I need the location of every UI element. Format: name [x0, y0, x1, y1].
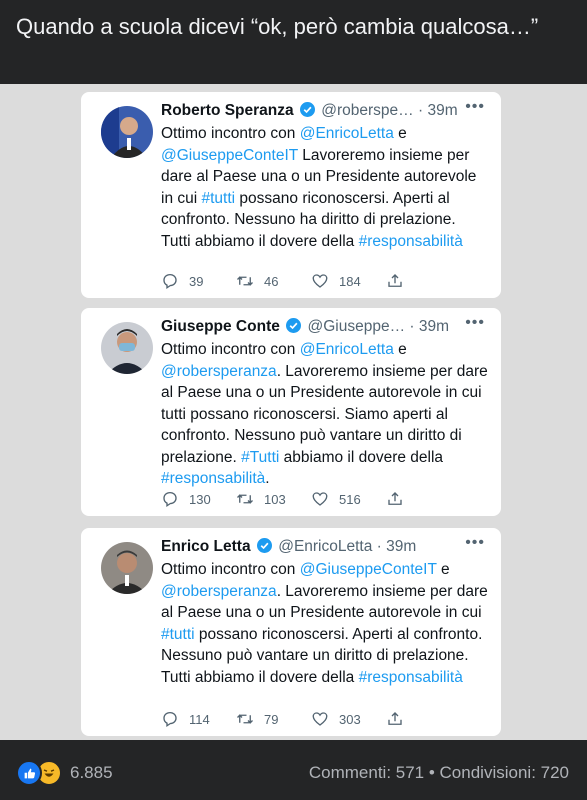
reply-count: 114	[189, 711, 210, 727]
tweet-card-speranza: ••• Roberto Speranza @roberspe… · 39m Ot…	[81, 92, 501, 298]
hashtag-link[interactable]: #tutti	[202, 190, 236, 207]
more-options-icon[interactable]: •••	[465, 534, 485, 552]
mention-link[interactable]: @GiuseppeConteIT	[300, 561, 437, 578]
tweet-time: · 39m	[418, 102, 458, 119]
mention-link[interactable]: @robersperanza	[161, 583, 277, 600]
tweet-actions: 130 103 516	[161, 490, 461, 508]
like-count: 516	[339, 491, 361, 507]
verified-badge-icon	[256, 538, 272, 553]
hashtag-link[interactable]: #Tutti	[241, 449, 279, 466]
retweet-icon	[237, 494, 253, 504]
share-button[interactable]	[386, 710, 461, 728]
like-button[interactable]: 184	[311, 272, 386, 290]
heart-icon	[312, 274, 328, 288]
like-count: 184	[339, 273, 361, 289]
reply-icon	[163, 711, 177, 728]
author-name[interactable]: Giuseppe Conte	[161, 318, 280, 335]
avatar-conte	[101, 322, 153, 374]
like-button[interactable]: 516	[311, 490, 386, 508]
share-icon	[388, 712, 402, 725]
author-handle[interactable]: @EnricoLetta	[278, 538, 372, 555]
heart-icon	[312, 712, 328, 726]
tweet-time: · 39m	[376, 538, 417, 555]
share-icon	[388, 274, 402, 287]
retweet-count: 79	[264, 711, 279, 727]
reply-count: 39	[189, 273, 204, 289]
reactions-summary[interactable]: 6.885	[16, 760, 113, 786]
like-count: 303	[339, 711, 361, 727]
retweet-icon	[237, 276, 253, 286]
hashtag-link[interactable]: #tutti	[161, 626, 195, 643]
like-reaction-icon	[16, 760, 42, 786]
tweet-text: Ottimo incontro con @EnricoLetta e @Gius…	[161, 125, 477, 250]
retweet-count: 46	[264, 273, 279, 289]
like-button[interactable]: 303	[311, 710, 386, 728]
post-photo[interactable]: ••• Roberto Speranza @roberspe… · 39m Ot…	[0, 84, 587, 740]
share-icon	[388, 492, 402, 505]
more-options-icon[interactable]: •••	[465, 314, 485, 332]
tweet-actions: 114 79 303	[161, 710, 461, 728]
share-button[interactable]	[386, 490, 461, 508]
reply-button[interactable]: 39	[161, 272, 236, 290]
more-options-icon[interactable]: •••	[465, 98, 485, 116]
post-footer: 6.885 Commenti: 571 • Condivisioni: 720	[0, 740, 587, 800]
reply-count: 130	[189, 491, 211, 507]
mention-link[interactable]: @EnricoLetta	[300, 125, 394, 142]
verified-badge-icon	[286, 318, 302, 333]
author-name[interactable]: Enrico Letta	[161, 538, 251, 555]
tweet-text: Ottimo incontro con @GiuseppeConteIT e @…	[161, 561, 488, 686]
author-handle[interactable]: @Giuseppe…	[307, 318, 405, 335]
retweet-button[interactable]: 46	[236, 272, 311, 290]
author-handle[interactable]: @roberspe…	[321, 102, 413, 119]
heart-icon	[312, 492, 328, 506]
hashtag-link[interactable]: #responsabilità	[359, 669, 463, 686]
tweet-time: · 39m	[409, 318, 450, 335]
avatar-letta	[101, 542, 153, 594]
hashtag-link[interactable]: #responsabilità	[161, 470, 265, 487]
reply-icon	[163, 273, 177, 290]
tweet-text: Ottimo incontro con @EnricoLetta e @robe…	[161, 341, 488, 487]
reply-icon	[163, 491, 177, 508]
retweet-button[interactable]: 79	[236, 710, 311, 728]
tweet-actions: 39 46 184	[161, 272, 461, 290]
mention-link[interactable]: @EnricoLetta	[300, 341, 394, 358]
retweet-button[interactable]: 103	[236, 490, 311, 508]
author-name[interactable]: Roberto Speranza	[161, 102, 294, 119]
retweet-count: 103	[264, 491, 286, 507]
reply-button[interactable]: 114	[161, 710, 236, 728]
mention-link[interactable]: @GiuseppeConteIT	[161, 147, 298, 164]
post-caption: Quando a scuola dicevi “ok, però cambia …	[0, 0, 587, 84]
tweet-card-conte: ••• Giuseppe Conte @Giuseppe… · 39m Otti…	[81, 308, 501, 516]
retweet-icon	[237, 714, 253, 724]
avatar-speranza	[101, 106, 153, 158]
tweet-card-letta: ••• Enrico Letta @EnricoLetta · 39m Otti…	[81, 528, 501, 736]
reaction-count: 6.885	[70, 763, 113, 782]
share-button[interactable]	[386, 272, 461, 290]
hashtag-link[interactable]: #responsabilità	[359, 233, 463, 250]
reply-button[interactable]: 130	[161, 490, 236, 508]
comments-shares-stats[interactable]: Commenti: 571 • Condivisioni: 720	[309, 763, 569, 783]
mention-link[interactable]: @robersperanza	[161, 363, 277, 380]
verified-badge-icon	[299, 102, 315, 117]
